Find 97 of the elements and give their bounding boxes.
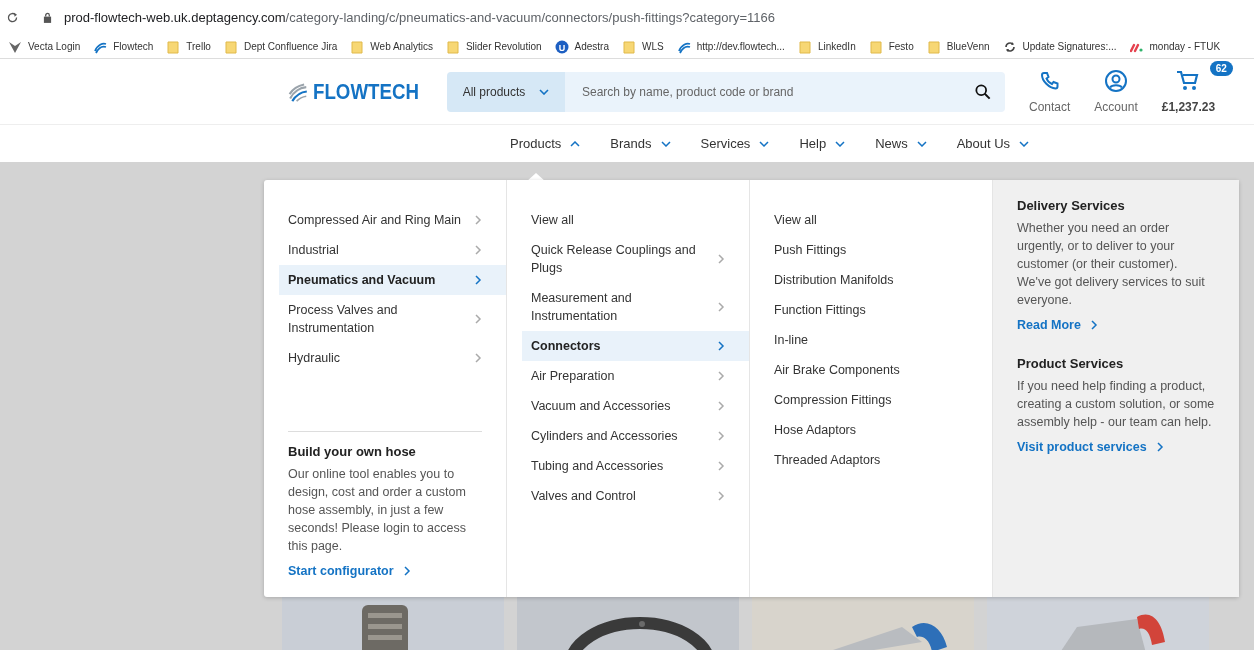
search-icon[interactable] (975, 83, 991, 100)
service-link[interactable]: Read More (1017, 318, 1098, 332)
service-title: Delivery Services (1017, 198, 1126, 213)
chevron-right-icon (402, 566, 411, 576)
folder-icon (445, 39, 460, 54)
nav-item[interactable]: Services (700, 136, 770, 151)
chevron-right-icon (717, 341, 725, 351)
chevron-right-icon (1089, 320, 1098, 330)
menu-item[interactable]: Hydraulic (279, 343, 506, 373)
promo-title: Build your own hose (288, 444, 417, 459)
folder-icon (868, 39, 883, 54)
chevron-right-icon (717, 431, 725, 441)
search-field[interactable]: Search by name, product code or brand (565, 71, 1005, 112)
logo-text: FLOWTECH (313, 78, 420, 105)
bookmark[interactable]: Festo (868, 39, 914, 54)
cart-icon (1176, 69, 1201, 93)
menu-item[interactable]: Quick Release Couplings and Plugs (522, 235, 749, 283)
folder-icon (797, 39, 812, 54)
promo-text: Our online tool enables you to design, cost and order a custom hose assembly, in just a few seconds! Please login to access this page. (288, 466, 467, 555)
bookmark[interactable]: U Adestra (554, 39, 609, 54)
chevron-right-icon (717, 491, 725, 501)
bookmark[interactable]: Flowtech (93, 39, 154, 54)
menu-item[interactable]: View all (765, 205, 992, 235)
bookmark[interactable]: LinkedIn (797, 39, 856, 54)
chevron-right-icon (1155, 442, 1164, 452)
menu-item[interactable]: Cylinders and Accessories (522, 421, 749, 451)
caret-down-icon (539, 88, 550, 95)
menu-item[interactable]: Compressed Air and Ring Main (279, 205, 506, 235)
menu-item[interactable]: View all (522, 205, 749, 235)
menu-item[interactable]: Compression Fittings (765, 385, 992, 415)
menu-item[interactable]: Connectors (522, 331, 749, 361)
menu-item[interactable]: In-line (765, 325, 992, 355)
menu-item[interactable]: Tubing and Accessories (522, 451, 749, 481)
service-text: If you need help finding a product, creating a custom solution, or some assembly help - our team can help. (1017, 378, 1215, 431)
menu-item[interactable]: Process Valves and Instrumentation (279, 295, 506, 343)
cart-count-badge: 62 (1209, 61, 1233, 76)
sync-icon (1002, 39, 1017, 54)
chevron-right-icon (474, 314, 482, 324)
caret-down-icon (759, 140, 770, 147)
reload-icon[interactable] (6, 11, 19, 24)
chevron-right-icon (717, 371, 725, 381)
bookmark[interactable]: Trello (166, 39, 211, 54)
menu-item[interactable]: Push Fittings (765, 235, 992, 265)
menu-item[interactable]: Pneumatics and Vacuum (279, 265, 506, 295)
bookmark[interactable]: monday - FTUK (1129, 39, 1221, 54)
folder-icon (926, 39, 941, 54)
menu-item[interactable]: Threaded Adaptors (765, 445, 992, 475)
folder-icon (622, 39, 636, 54)
chevron-right-icon (717, 302, 725, 312)
account-icon (1104, 69, 1129, 93)
menu-item[interactable]: Air Preparation (522, 361, 749, 391)
chevron-right-icon (474, 353, 482, 363)
menu-item[interactable]: Function Fittings (765, 295, 992, 325)
category-dropdown[interactable]: All products (447, 71, 565, 112)
nav-item[interactable]: Brands (610, 136, 671, 151)
caret-down-icon (660, 140, 671, 147)
menu-item[interactable]: Air Brake Components (765, 355, 992, 385)
lock-icon (43, 12, 52, 23)
folder-icon (350, 39, 365, 54)
service-title: Product Services (1017, 356, 1125, 371)
chevron-right-icon (474, 245, 482, 255)
bookmark[interactable]: Web Analytics (350, 39, 433, 54)
folder-icon (166, 39, 181, 54)
caret-up-icon (570, 140, 581, 147)
chevron-right-icon (717, 401, 725, 411)
bookmark[interactable]: http://dev.flowtech... (676, 39, 785, 54)
circle-icon: U (554, 39, 569, 54)
account-link[interactable]: Account (1094, 69, 1138, 114)
nav-item[interactable]: Products (510, 136, 581, 151)
contact-link[interactable]: Contact (1029, 69, 1071, 114)
bookmark[interactable]: Slider Revolution (445, 39, 542, 54)
chevron-right-icon (474, 215, 482, 225)
chevron-right-icon (717, 461, 725, 471)
bookmark[interactable]: Vecta Login (8, 39, 81, 54)
bookmark[interactable]: WLS (622, 39, 664, 54)
chevron-right-icon (717, 254, 725, 264)
service-link[interactable]: Visit product services (1017, 440, 1164, 454)
promo-link[interactable]: Start configurator (288, 564, 411, 578)
bookmark[interactable]: Update Signatures:... (1002, 39, 1117, 54)
nav-item[interactable]: About Us (956, 136, 1030, 151)
service-text: Whether you need an order urgently, or to deliver to your customer (or their customer). We've got delivery services to suit everyone. (1017, 220, 1206, 309)
caret-down-icon (916, 140, 927, 147)
bookmark[interactable]: BlueVenn (926, 39, 990, 54)
menu-item[interactable]: Valves and Control (522, 481, 749, 511)
triangle-icon (8, 39, 22, 54)
chevron-right-icon (474, 275, 482, 285)
menu-item[interactable]: Measurement and Instrumentation (522, 283, 749, 331)
menu-item[interactable]: Hose Adaptors (765, 415, 992, 445)
folder-icon (223, 39, 238, 54)
bookmark[interactable]: Dept Confluence Jira (223, 39, 338, 54)
nav-item[interactable]: Help (799, 136, 846, 151)
caret-down-icon (1019, 140, 1030, 147)
menu-item[interactable]: Industrial (279, 235, 506, 265)
menu-item[interactable]: Vacuum and Accessories (522, 391, 749, 421)
nav-item[interactable]: News (875, 136, 927, 151)
menu-item[interactable]: Distribution Manifolds (765, 265, 992, 295)
caret-down-icon (835, 140, 846, 147)
